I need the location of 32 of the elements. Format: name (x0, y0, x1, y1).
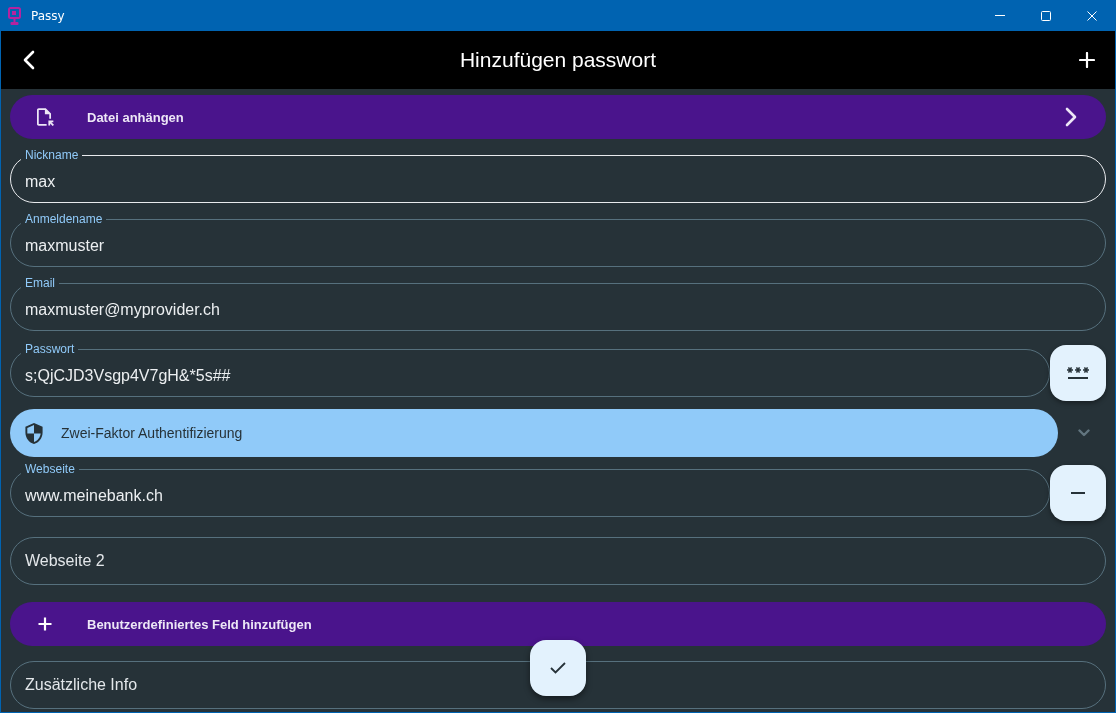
minus-icon (1071, 492, 1085, 494)
maximize-icon (1041, 10, 1051, 21)
window-title: Passy (31, 8, 65, 23)
plus-icon (1079, 52, 1095, 68)
shield-icon (25, 422, 43, 444)
check-icon (550, 662, 566, 674)
chevron-left-icon (23, 50, 35, 70)
field-label: Anmeldename (24, 212, 104, 226)
field-label: Email (24, 276, 56, 290)
chevron-right-icon (1065, 107, 1077, 127)
app-bar-title: Hinzufügen passwort (458, 48, 658, 72)
field-input[interactable]: maxmuster@myprovider.ch (25, 290, 1091, 330)
minimize-icon (995, 15, 1005, 16)
field-label: Passwort (24, 342, 76, 356)
asterisks-icon (1067, 367, 1089, 379)
field-label: Nickname (24, 148, 80, 162)
chevron-down-icon[interactable] (1078, 429, 1090, 437)
field-input[interactable]: s;QjCJD3Vsgp4V7gH&*5s## (25, 356, 1035, 396)
remove-button[interactable] (1050, 465, 1106, 521)
plus-icon (38, 617, 52, 631)
field-input[interactable]: www.meinebank.ch (25, 476, 1035, 516)
add-field-button[interactable]: Benutzerdefiniertes Feld hinzufügen (10, 602, 1106, 646)
close-icon (1087, 10, 1097, 21)
attach-file-button[interactable]: Datei anhängen (10, 95, 1106, 139)
field-label: Webseite (24, 462, 76, 476)
field-input[interactable]: max (25, 162, 1091, 202)
save-button[interactable] (530, 640, 586, 696)
password-button[interactable] (1050, 345, 1106, 401)
field-input[interactable]: maxmuster (25, 226, 1091, 266)
file-icon (37, 108, 54, 126)
expansion-tile[interactable]: Zwei-Faktor Authentifizierung (10, 409, 1058, 457)
app-icon (8, 6, 21, 25)
